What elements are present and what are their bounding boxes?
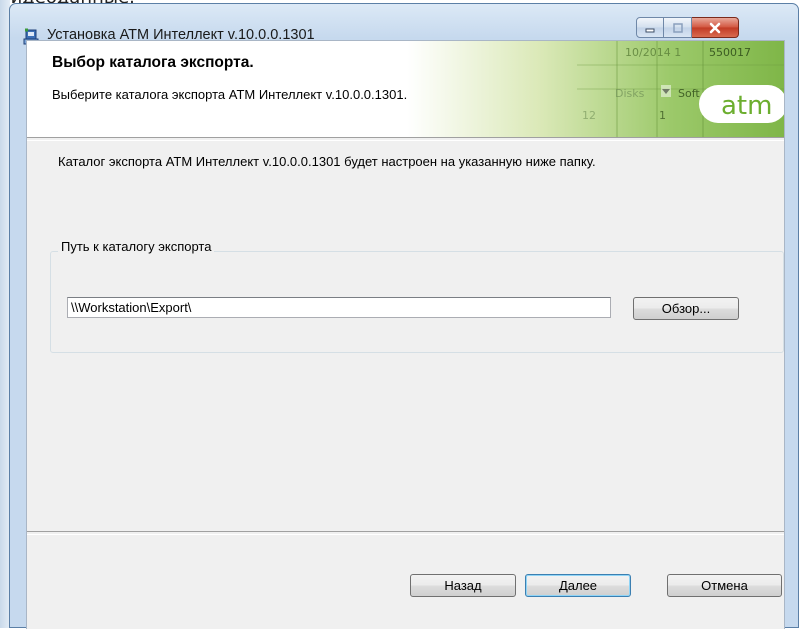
footer-divider [27,531,784,535]
banner-decor-text: Soft [678,87,700,100]
banner-decor-text: 1 [659,109,666,122]
export-path-group-label: Путь к каталогу экспорта [58,239,215,254]
page-title: Выбор каталога экспорта. [52,54,254,71]
dialog-client-area: 10/2014 1 550017 Disks Soft 12 1 atm Выб… [26,40,785,629]
back-button[interactable]: Назад [410,574,516,597]
header-banner: 10/2014 1 550017 Disks Soft 12 1 atm Выб… [27,41,784,137]
atm-logo-text: atm [721,91,772,121]
description-text: Каталог экспорта ATM Интеллект v.10.0.0.… [58,154,596,169]
close-button[interactable] [692,17,739,38]
cancel-button[interactable]: Отмена [667,574,782,597]
banner-decor-text: 10/2014 1 [625,46,681,59]
minimize-icon [645,28,655,32]
banner-decoration: 10/2014 1 550017 Disks Soft 12 1 atm [407,41,784,137]
close-icon [709,22,721,33]
browse-button[interactable]: Обзор... [633,297,739,320]
page-subtitle: Выберите каталога экспорта ATM Интеллект… [52,87,408,102]
maximize-icon [672,22,683,33]
maximize-button[interactable] [664,17,692,38]
installer-window: Установка ATM Интеллект v.10.0.0.1301 10… [9,3,799,629]
minimize-button[interactable] [636,17,664,38]
banner-decor-text: 550017 [709,46,751,59]
banner-divider [27,137,784,141]
banner-decor-text: Disks [615,87,645,100]
export-path-input[interactable]: \\Workstation\Export\ [67,297,611,318]
caption-buttons [636,17,789,38]
banner-decor-text: 12 [582,109,596,122]
next-button[interactable]: Далее [525,574,631,597]
